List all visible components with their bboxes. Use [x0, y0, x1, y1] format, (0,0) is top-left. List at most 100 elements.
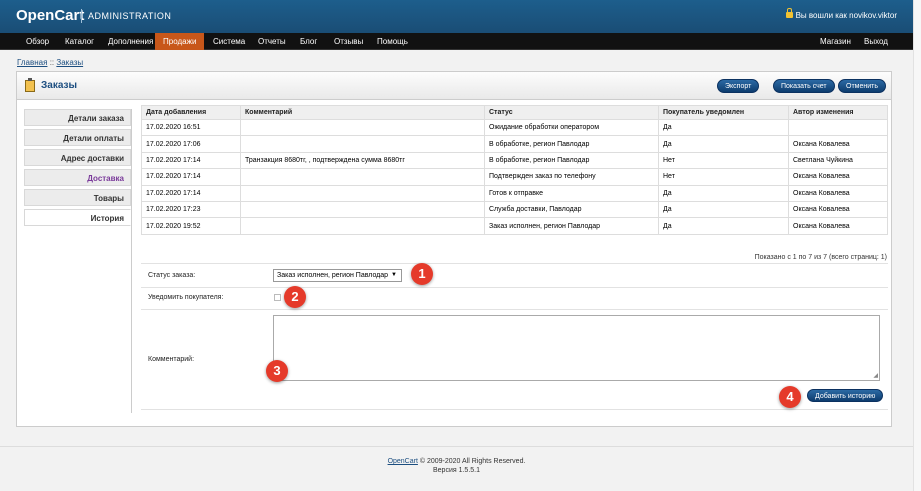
cell-author: Оксана Ковалева: [788, 217, 888, 235]
cell-comment: [240, 200, 485, 219]
menu-item-catalog[interactable]: Каталог: [57, 33, 102, 50]
order-status-select[interactable]: Заказ исполнен, регион Павлодар ▼: [273, 269, 402, 282]
cell-comment: Транзакция 8680тг, , подтверждена сумма …: [240, 151, 485, 170]
cell-comment: [240, 118, 485, 137]
cell-author: Оксана Ковалева: [788, 135, 888, 153]
cell-date: 17.02.2020 17:14: [141, 168, 241, 186]
col-notified: Покупатель уведомлен: [658, 105, 789, 120]
cell-comment: [240, 135, 485, 153]
dropdown-arrow-icon: ▼: [391, 272, 397, 278]
breadcrumb-orders[interactable]: Заказы: [56, 58, 83, 67]
login-text: Вы вошли как novikov.viktor: [795, 11, 897, 20]
history-table: Дата добавления Комментарий Статус Покуп…: [141, 105, 888, 235]
cell-date: 17.02.2020 19:52: [141, 217, 241, 235]
cell-author: [788, 118, 888, 137]
step-marker-4: 4: [779, 386, 801, 408]
admin-label: ADMINISTRATION: [88, 11, 172, 21]
tab-shipping-address[interactable]: Адрес доставки: [24, 149, 131, 166]
comment-textarea[interactable]: ◢: [273, 315, 880, 381]
cell-status: Подтвержден заказ по телефону: [484, 168, 659, 186]
comment-row: Комментарий: ◢ Добавить историю: [141, 309, 888, 410]
table-row: 17.02.2020 17:14 Готов к отправке Да Окс…: [141, 184, 888, 202]
cell-status: Служба доставки, Павлодар: [484, 200, 659, 219]
cell-date: 17.02.2020 17:06: [141, 135, 241, 153]
cell-author: Оксана Ковалева: [788, 200, 888, 219]
menu-item-reviews[interactable]: Отзывы: [326, 33, 371, 50]
breadcrumb-home[interactable]: Главная: [17, 58, 47, 67]
notify-label: Уведомить покупателя:: [148, 294, 224, 301]
cell-comment: [240, 168, 485, 186]
tab-history[interactable]: История: [24, 209, 131, 226]
pagination-text: Показано с 1 по 7 из 7 (всего страниц: 1…: [754, 254, 887, 261]
col-author: Автор изменения: [788, 105, 888, 120]
col-status: Статус: [484, 105, 659, 120]
menu-item-system[interactable]: Система: [205, 33, 253, 50]
cell-notified: Да: [658, 217, 789, 235]
step-marker-1: 1: [411, 263, 433, 285]
menu-item-sales[interactable]: Продажи: [155, 33, 205, 50]
resize-handle-icon[interactable]: ◢: [873, 372, 878, 379]
menu-item-extensions[interactable]: Дополнения: [100, 33, 161, 50]
notify-customer-checkbox[interactable]: [274, 294, 281, 301]
export-button[interactable]: Экспорт: [717, 79, 760, 93]
cell-status: Готов к отправке: [484, 184, 659, 202]
top-header: OpenCart ADMINISTRATION Вы вошли как nov…: [0, 0, 921, 33]
cell-author: Оксана Ковалева: [788, 184, 888, 202]
cell-date: 17.02.2020 17:14: [141, 151, 241, 170]
step-marker-2: 2: [284, 286, 306, 308]
cell-notified: Нет: [658, 168, 789, 186]
history-header-row: Дата добавления Комментарий Статус Покуп…: [141, 105, 888, 120]
status-row: Статус заказа: Заказ исполнен, регион Па…: [141, 263, 888, 287]
table-row: 17.02.2020 17:14 Транзакция 8680тг, , по…: [141, 151, 888, 170]
step-marker-3: 3: [266, 360, 288, 382]
lock-icon: [785, 8, 793, 18]
comment-label: Комментарий:: [148, 356, 195, 363]
cell-date: 17.02.2020 16:51: [141, 118, 241, 137]
page-title: Заказы: [41, 80, 78, 91]
tab-shipping[interactable]: Доставка: [24, 169, 131, 186]
cell-notified: Да: [658, 184, 789, 202]
cell-comment: [240, 217, 485, 235]
main-menu: Обзор Каталог Дополнения Продажи Система…: [0, 33, 913, 50]
order-status-value: Заказ исполнен, регион Павлодар: [277, 272, 389, 279]
panel-header: Заказы Экспорт Показать счет Отменить: [17, 72, 891, 100]
cell-notified: Нет: [658, 151, 789, 170]
cell-status: В обработке, регион Павлодар: [484, 151, 659, 170]
page-scrollbar[interactable]: [913, 0, 921, 491]
tab-order-details[interactable]: Детали заказа: [24, 109, 131, 126]
tabs-divider: [131, 109, 132, 413]
add-history-button[interactable]: Добавить историю: [807, 389, 884, 402]
cell-notified: Да: [658, 118, 789, 137]
notify-row: Уведомить покупателя:: [141, 287, 888, 309]
clipboard-icon: [25, 78, 35, 92]
menu-item-help[interactable]: Помощь: [369, 33, 416, 50]
show-invoice-button[interactable]: Показать счет: [773, 79, 835, 93]
opencart-logo[interactable]: OpenCart: [16, 7, 84, 24]
menu-item-store[interactable]: Магазин: [812, 33, 859, 50]
order-tabs: Детали заказа Детали оплаты Адрес достав…: [24, 109, 131, 229]
menu-item-logout[interactable]: Выход: [856, 33, 896, 50]
menu-item-overview[interactable]: Обзор: [18, 33, 57, 50]
breadcrumb-separator: ::: [49, 58, 55, 67]
footer-version: Версия 1.5.5.1: [432, 467, 480, 474]
table-row: 17.02.2020 19:52 Заказ исполнен, регион …: [141, 217, 888, 235]
login-status: Вы вошли как novikov.viktor: [785, 8, 897, 20]
menu-item-blog[interactable]: Блог: [292, 33, 325, 50]
table-row: 17.02.2020 17:06 В обработке, регион Пав…: [141, 135, 888, 153]
col-comment: Комментарий: [240, 105, 485, 120]
cell-author: Светлана Чуйкина: [788, 151, 888, 170]
footer-copyright-text: © 2009-2020 All Rights Reserved.: [417, 458, 526, 465]
footer-opencart-link[interactable]: OpenCart: [388, 458, 418, 465]
menu-item-reports[interactable]: Отчеты: [250, 33, 294, 50]
table-row: 17.02.2020 17:14 Подтвержден заказ по те…: [141, 168, 888, 186]
footer-divider: [0, 446, 913, 447]
col-date: Дата добавления: [141, 105, 241, 120]
logo-divider: [81, 9, 82, 23]
cancel-button[interactable]: Отменить: [838, 79, 886, 93]
cell-status: Ожидание обработки оператором: [484, 118, 659, 137]
tab-products[interactable]: Товары: [24, 189, 131, 206]
table-row: 17.02.2020 17:23 Служба доставки, Павлод…: [141, 200, 888, 219]
breadcrumb: Главная :: Заказы: [17, 58, 83, 67]
tab-payment-details[interactable]: Детали оплаты: [24, 129, 131, 146]
cell-author: Оксана Ковалева: [788, 168, 888, 186]
